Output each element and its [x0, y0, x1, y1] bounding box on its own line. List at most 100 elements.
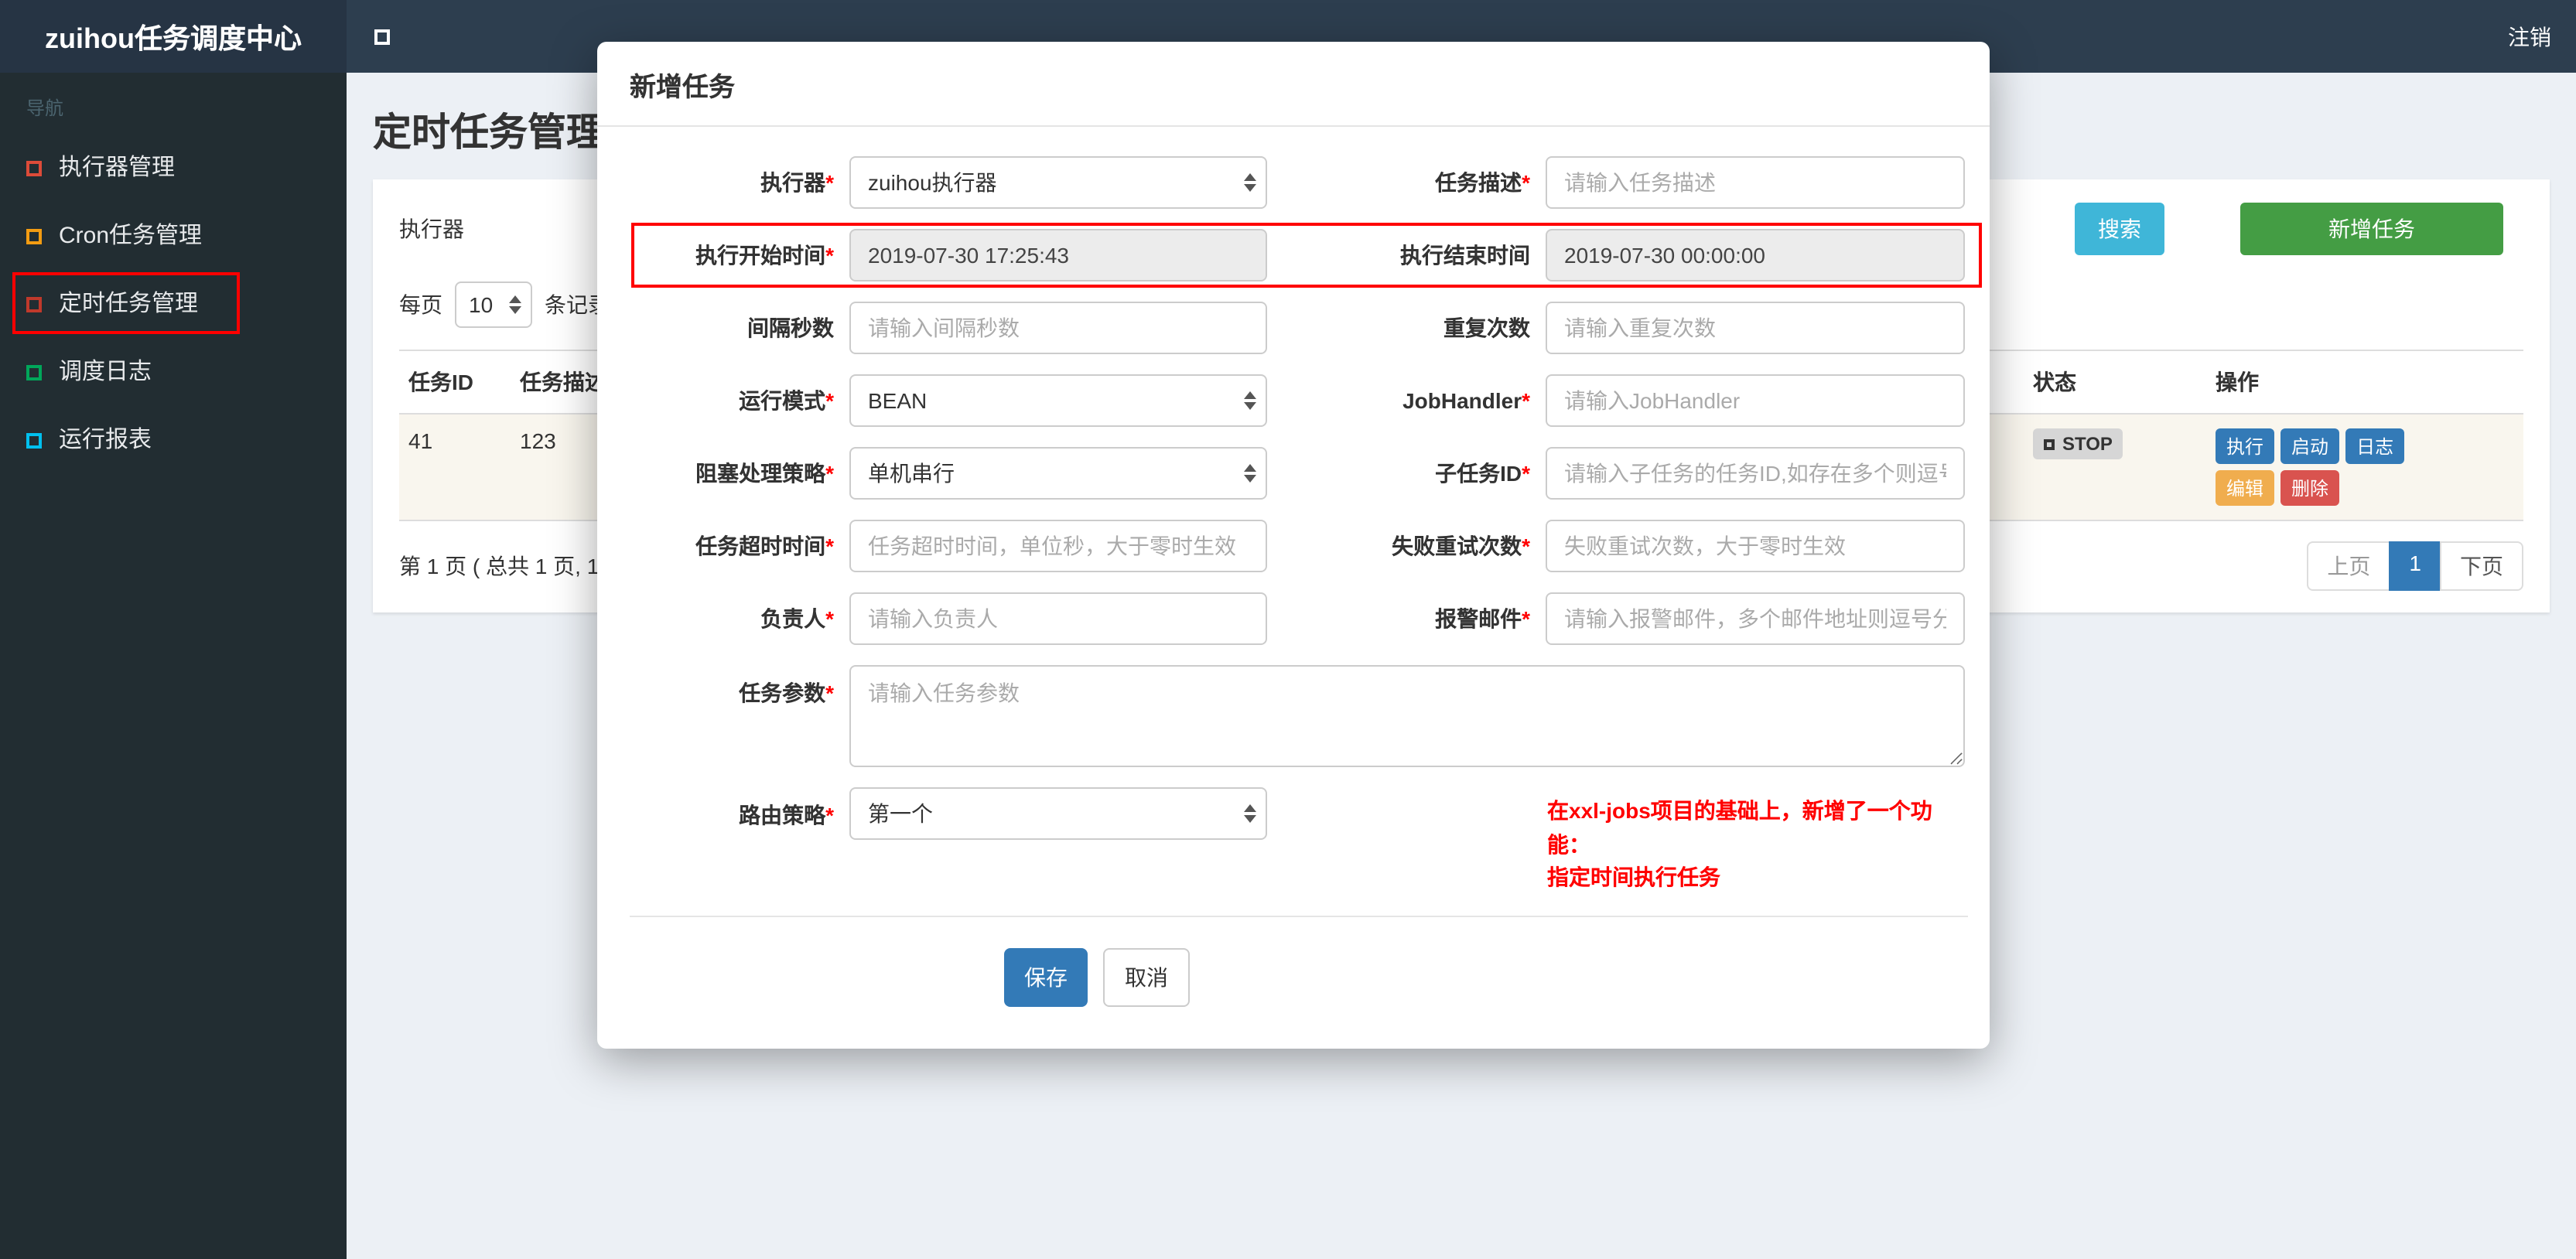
- sidebar-item-label: 定时任务管理: [59, 291, 199, 317]
- sidebar-item-dispatch-log[interactable]: 调度日志: [0, 339, 347, 407]
- fail-retry-label: 失败重试次数*: [1392, 534, 1530, 558]
- owner-input[interactable]: [849, 592, 1267, 645]
- block-strategy-select[interactable]: 单机串行: [849, 447, 1267, 500]
- square-icon: [26, 161, 42, 176]
- square-icon: [26, 297, 42, 312]
- search-button[interactable]: 搜索: [2075, 203, 2164, 255]
- repeat-label: 重复次数: [1443, 316, 1530, 340]
- required-mark: *: [825, 388, 834, 413]
- sidebar-item-executor-management[interactable]: 执行器管理: [0, 135, 347, 203]
- required-mark: *: [1522, 461, 1530, 486]
- page-size-prefix-label: 每页: [399, 292, 442, 317]
- logout-link[interactable]: 注销: [2483, 0, 2576, 73]
- sidebar-section-label: 导航: [26, 97, 64, 119]
- sidebar: 导航 执行器管理 Cron任务管理 定时任务管理 调度日志 运行报表: [0, 73, 347, 1259]
- log-button[interactable]: 日志: [2345, 428, 2405, 464]
- column-header-status: 状态: [2024, 350, 2206, 415]
- jobhandler-input[interactable]: [1546, 374, 1965, 427]
- next-page-button[interactable]: 下页: [2440, 541, 2523, 591]
- required-mark: *: [825, 170, 834, 195]
- start-button[interactable]: 启动: [2280, 428, 2340, 464]
- timeout-label: 任务超时时间*: [695, 534, 834, 558]
- required-mark: *: [1522, 606, 1530, 631]
- required-mark: *: [825, 606, 834, 631]
- feature-note-line1: 在xxl-jobs项目的基础上，新增了一个功能：: [1547, 798, 1932, 857]
- required-mark: *: [825, 681, 834, 705]
- run-button[interactable]: 执行: [2216, 428, 2275, 464]
- square-icon: [26, 433, 42, 449]
- block-strategy-label: 阻塞处理策略*: [695, 461, 834, 486]
- run-mode-label: 运行模式*: [739, 388, 834, 413]
- sidebar-toggle-icon: [374, 29, 390, 44]
- stop-icon: [2044, 438, 2055, 449]
- save-button[interactable]: 保存: [1004, 948, 1088, 1008]
- form-row-start-end-time: 执行开始时间* 执行结束时间: [630, 223, 1982, 288]
- sidebar-item-label: Cron任务管理: [59, 223, 203, 249]
- route-strategy-label: 路由策略*: [739, 803, 834, 827]
- owner-label: 负责人*: [760, 606, 834, 631]
- run-mode-select[interactable]: BEAN: [849, 374, 1267, 427]
- form-row-job-params: 任务参数*: [630, 665, 1968, 767]
- status-text: STOP: [2062, 433, 2113, 455]
- timeout-input[interactable]: [849, 520, 1267, 572]
- modal-header: 新增任务: [597, 42, 1990, 127]
- sidebar-item-label: 执行器管理: [59, 155, 176, 181]
- column-header-task-id: 任务ID: [399, 350, 511, 415]
- job-desc-input[interactable]: [1546, 156, 1965, 209]
- required-mark: *: [1522, 534, 1530, 558]
- feature-note-line2: 指定时间执行任务: [1547, 865, 1720, 890]
- select-arrows-icon: [1244, 173, 1256, 192]
- end-time-input[interactable]: [1546, 229, 1965, 281]
- jobhandler-label: JobHandler*: [1402, 388, 1530, 413]
- repeat-input[interactable]: [1546, 302, 1965, 354]
- required-mark: *: [1522, 170, 1530, 195]
- add-task-modal: 新增任务 执行器* zuihou执行器 任务描述* 执行开: [597, 42, 1990, 1049]
- select-arrows-icon: [1244, 464, 1256, 483]
- sidebar-item-scheduled-task-management[interactable]: 定时任务管理: [0, 271, 347, 339]
- form-row-executor-desc: 执行器* zuihou执行器 任务描述*: [630, 156, 1968, 209]
- sidebar-item-label: 调度日志: [59, 359, 152, 385]
- page-size-select[interactable]: 10: [455, 281, 532, 328]
- feature-note: 在xxl-jobs项目的基础上，新增了一个功能： 指定时间执行任务: [1547, 787, 1968, 896]
- sidebar-item-label: 运行报表: [59, 427, 152, 453]
- operations-cell: 执行 启动 日志 编辑 删除: [2206, 414, 2523, 521]
- sidebar-item-run-report[interactable]: 运行报表: [0, 407, 347, 475]
- alarm-email-input[interactable]: [1546, 592, 1965, 645]
- executor-filter-label: 执行器: [399, 217, 464, 241]
- cancel-button[interactable]: 取消: [1103, 948, 1190, 1008]
- modal-title: 新增任务: [630, 73, 735, 102]
- required-mark: *: [825, 803, 834, 827]
- executor-select[interactable]: zuihou执行器: [849, 156, 1267, 209]
- interval-label: 间隔秒数: [747, 316, 834, 340]
- select-arrows-icon: [1244, 804, 1256, 823]
- prev-page-button[interactable]: 上页: [2307, 541, 2391, 591]
- job-params-label: 任务参数*: [739, 681, 834, 705]
- required-mark: *: [825, 534, 834, 558]
- interval-input[interactable]: [849, 302, 1267, 354]
- form-row-runmode-jobhandler: 运行模式* BEAN JobHandler*: [630, 374, 1968, 427]
- select-arrows-icon: [1244, 391, 1256, 410]
- square-icon: [26, 229, 42, 244]
- pager: 上页 1 下页: [2307, 541, 2523, 591]
- fail-retry-input[interactable]: [1546, 520, 1965, 572]
- end-time-label: 执行结束时间: [1400, 243, 1530, 268]
- form-row-timeout-failretry: 任务超时时间* 失败重试次数*: [630, 520, 1968, 572]
- delete-button[interactable]: 删除: [2280, 470, 2340, 506]
- form-row-route-strategy: 路由策略* 第一个 在xxl-jobs项目的基础上，新增了一个功能： 指定时间执…: [630, 787, 1968, 896]
- add-task-button[interactable]: 新增任务: [2240, 203, 2503, 255]
- form-row-interval-repeat: 间隔秒数 重复次数: [630, 302, 1968, 354]
- job-params-textarea[interactable]: [849, 665, 1965, 767]
- child-job-label: 子任务ID*: [1435, 461, 1530, 486]
- sidebar-item-cron-task-management[interactable]: Cron任务管理: [0, 203, 347, 271]
- edit-button[interactable]: 编辑: [2216, 470, 2275, 506]
- app-brand[interactable]: zuihou任务调度中心: [0, 0, 347, 73]
- column-header-operations: 操作: [2206, 350, 2523, 415]
- page-size-value: 10: [469, 292, 494, 317]
- modal-footer: 保存 取消: [630, 917, 1968, 1049]
- child-job-input[interactable]: [1546, 447, 1965, 500]
- route-strategy-select[interactable]: 第一个: [849, 787, 1267, 840]
- sidebar-toggle-button[interactable]: [347, 0, 418, 73]
- current-page-button[interactable]: 1: [2389, 541, 2441, 591]
- start-time-input[interactable]: [849, 229, 1267, 281]
- operations-buttons: 执行 启动 日志 编辑 删除: [2216, 428, 2414, 506]
